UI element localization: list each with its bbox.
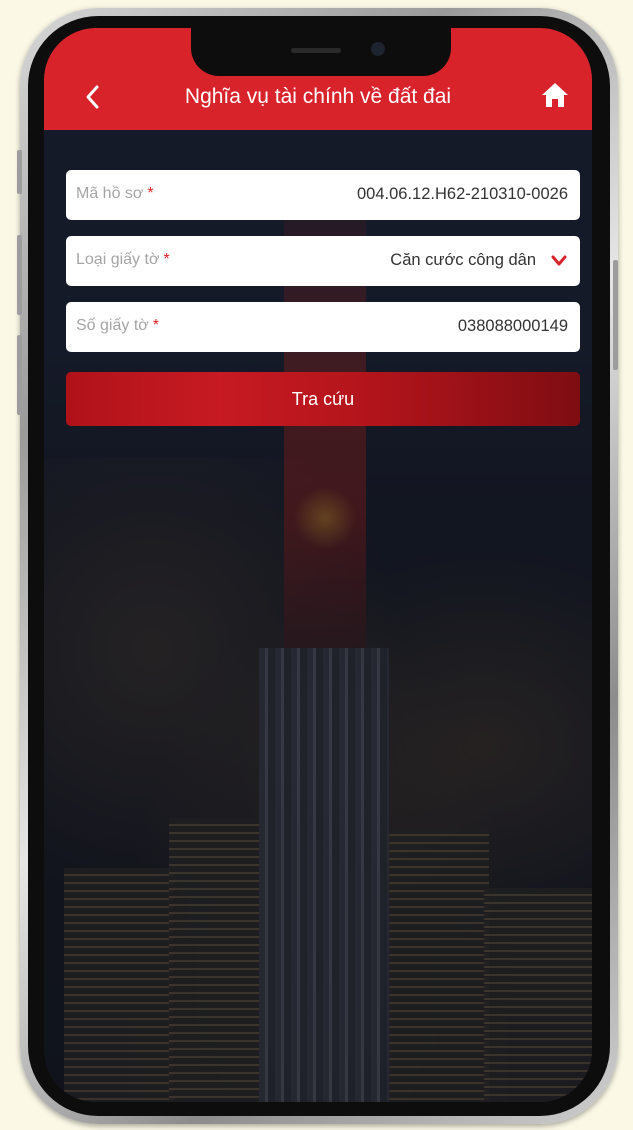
home-icon[interactable] xyxy=(540,80,570,110)
page-title: Nghĩa vụ tài chính về đất đai xyxy=(184,85,452,108)
application-code-field[interactable]: Mã hồ sơ * 004.06.12.H62-210310-0026 xyxy=(66,170,580,220)
side-button-power xyxy=(613,260,618,370)
document-type-label: Loại giấy tờ * xyxy=(76,251,170,268)
phone-screen: Nghĩa vụ tài chính về đất đai Mã hồ sơ * … xyxy=(44,28,592,1102)
required-mark: * xyxy=(163,251,170,268)
document-number-field[interactable]: Số giấy tờ * 038088000149 xyxy=(66,302,580,352)
phone-notch xyxy=(191,28,451,76)
document-number-value: 038088000149 xyxy=(457,317,568,335)
document-number-label: Số giấy tờ * xyxy=(76,317,159,334)
application-code-value: 004.06.12.H62-210310-0026 xyxy=(356,185,568,203)
side-button-silent xyxy=(17,150,22,194)
application-code-label: Mã hồ sơ * xyxy=(76,185,154,202)
required-mark: * xyxy=(147,185,154,202)
chevron-left-icon[interactable] xyxy=(78,82,108,112)
chevron-down-icon[interactable] xyxy=(550,253,568,269)
side-button-volume-up xyxy=(17,235,22,315)
required-mark: * xyxy=(152,317,159,334)
document-type-select[interactable]: Loại giấy tờ * Căn cước công dân xyxy=(66,236,580,286)
search-button[interactable]: Tra cứu xyxy=(66,372,580,426)
document-type-value: Căn cước công dân xyxy=(390,251,536,269)
side-button-volume-down xyxy=(17,335,22,415)
